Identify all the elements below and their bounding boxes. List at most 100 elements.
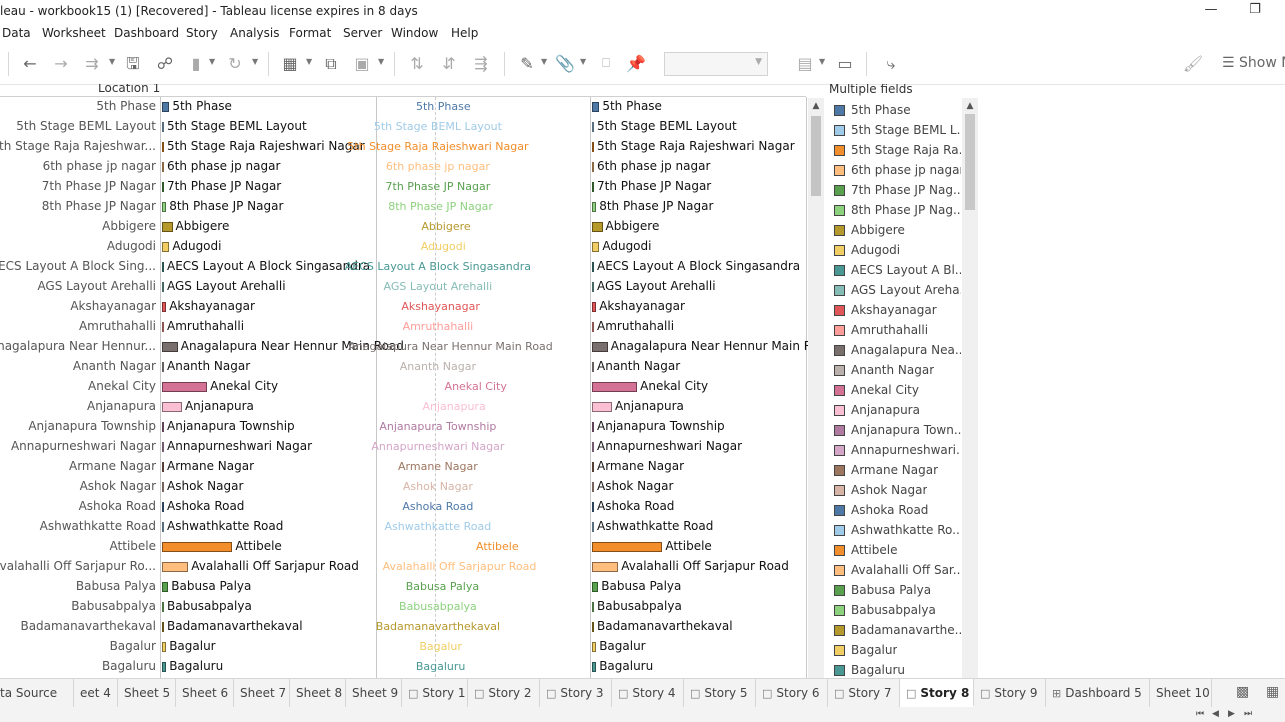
bar-mark[interactable]	[162, 522, 164, 532]
bar-mark[interactable]	[162, 342, 178, 352]
row-label[interactable]: Akshayanagar	[70, 299, 156, 313]
text-mark[interactable]: 5th Stage BEML Layout	[374, 120, 502, 133]
last-sheet-icon[interactable]: ⏭	[1244, 709, 1252, 719]
bar-mark[interactable]	[592, 602, 594, 612]
bar-mark[interactable]	[162, 122, 164, 132]
bar-mark[interactable]	[592, 102, 600, 112]
bar-mark[interactable]	[592, 662, 597, 672]
chevron-down-icon[interactable]: ▼	[378, 57, 384, 66]
bar-mark[interactable]	[592, 422, 594, 432]
row-label[interactable]: Attibele	[110, 539, 156, 553]
legend-item[interactable]: 5th Stage BEML L...	[834, 123, 964, 140]
row-label[interactable]: Adugodi	[107, 239, 156, 253]
text-mark[interactable]: Armane Nagar	[398, 460, 478, 473]
bar-mark[interactable]	[162, 582, 169, 592]
bar-mark[interactable]	[592, 362, 594, 372]
row-label[interactable]: 8th Phase JP Nagar	[42, 199, 156, 213]
row-label[interactable]: Anekal City	[88, 379, 156, 393]
bar-mark[interactable]	[162, 262, 164, 272]
bar-mark[interactable]	[162, 482, 164, 492]
new-datasource-icon[interactable]: ☍	[154, 53, 176, 75]
duplicate-sheet-icon[interactable]: ⧉	[320, 53, 342, 75]
bar-mark[interactable]	[592, 262, 594, 272]
show-cards-icon[interactable]: ▤	[794, 53, 816, 75]
bar-mark[interactable]	[592, 382, 638, 392]
save-icon[interactable]: 🖫	[122, 53, 144, 75]
bar-mark[interactable]	[162, 282, 164, 292]
row-label[interactable]: Babusa Palya	[76, 579, 156, 593]
text-mark[interactable]: AECS Layout A Block Singasandra	[345, 260, 531, 273]
chevron-down-icon[interactable]: ▼	[109, 57, 115, 66]
sheet-tab[interactable]: Sheet 7	[234, 679, 290, 707]
legend-item[interactable]: 8th Phase JP Nag...	[834, 203, 964, 220]
bar-mark[interactable]	[592, 322, 594, 332]
bar-mark[interactable]	[592, 242, 600, 252]
legend-item[interactable]: Bagalur	[834, 643, 964, 660]
labels-icon[interactable]: ⎕	[595, 53, 617, 75]
bar-mark[interactable]	[592, 342, 608, 352]
row-label[interactable]: AECS Layout A Block Sing...	[0, 259, 156, 273]
first-sheet-icon[interactable]: ⏮	[1196, 709, 1204, 719]
text-mark[interactable]: 5th Stage Raja Rajeshwari Nagar	[347, 140, 528, 153]
row-label[interactable]: 7th Phase JP Nagar	[42, 179, 156, 193]
next-sheet-icon[interactable]: ▶	[1228, 709, 1235, 719]
menu-worksheet[interactable]: Worksheet	[42, 26, 106, 40]
legend-item[interactable]: Badamanavarthe...	[834, 623, 964, 640]
sheet-tab[interactable]: □ Story 1	[402, 679, 468, 707]
swap-icon[interactable]: ⇅	[406, 53, 428, 75]
legend-item[interactable]: Amruthahalli	[834, 323, 964, 340]
row-label[interactable]: 5th Stage BEML Layout	[16, 119, 156, 133]
prev-sheet-icon[interactable]: ◀	[1212, 709, 1219, 719]
row-label[interactable]: Anjanapura Township	[28, 419, 156, 433]
text-mark[interactable]: Ashwathkatte Road	[385, 520, 492, 533]
bar-mark[interactable]	[592, 502, 594, 512]
legend-item[interactable]: AGS Layout Areha...	[834, 283, 964, 300]
row-label[interactable]: Amruthahalli	[79, 319, 156, 333]
legend-item[interactable]: Attibele	[834, 543, 964, 560]
legend-title[interactable]: Multiple fields	[829, 84, 913, 96]
legend-item[interactable]: Adugodi	[834, 243, 964, 260]
legend-item[interactable]: 5th Phase	[834, 103, 964, 120]
group-icon[interactable]: 📎	[554, 53, 576, 75]
text-mark[interactable]: Ashok Nagar	[403, 480, 473, 493]
text-mark[interactable]: Adugodi	[421, 240, 466, 253]
row-header-location[interactable]: Location 1	[98, 84, 160, 95]
row-label[interactable]: AGS Layout Arehalli	[37, 279, 156, 293]
format-brush-icon[interactable]: 🖌	[1182, 53, 1204, 75]
sheet-tab[interactable]: □ Story 9	[974, 679, 1046, 707]
bar-mark[interactable]	[162, 382, 208, 392]
row-label[interactable]: Ashok Nagar	[80, 479, 156, 493]
restore-icon[interactable]: ❐	[1240, 2, 1270, 17]
menu-dashboard[interactable]: Dashboard	[114, 26, 179, 40]
legend-item[interactable]: Annapurneshwari...	[834, 443, 964, 460]
menu-window[interactable]: Window	[391, 26, 438, 40]
text-mark[interactable]: Anjanapura Township	[379, 420, 496, 433]
presentation-icon[interactable]: ▭	[834, 53, 856, 75]
sheet-tab[interactable]: Sheet 6	[176, 679, 234, 707]
pin-icon[interactable]: 📌	[625, 53, 647, 75]
sheet-tab[interactable]: □ Story 3	[540, 679, 612, 707]
menu-analysis[interactable]: Analysis	[230, 26, 279, 40]
legend-item[interactable]: Avalahalli Off Sar...	[834, 563, 964, 580]
text-mark[interactable]: Babusa Palya	[406, 580, 479, 593]
clear-sheet-icon[interactable]: ▣	[351, 53, 373, 75]
sheet-tab[interactable]: ta Source	[0, 679, 74, 707]
text-mark[interactable]: 5th Phase	[416, 100, 471, 113]
row-label[interactable]: Badamanavarthekaval	[20, 619, 156, 633]
bar-mark[interactable]	[162, 222, 173, 232]
bar-mark[interactable]	[162, 302, 167, 312]
sort-ascending-icon[interactable]: ⇵	[438, 53, 460, 75]
share-icon[interactable]: ⤷	[880, 53, 902, 75]
legend-item[interactable]: Babusa Palya	[834, 583, 964, 600]
bar-mark[interactable]	[162, 182, 164, 192]
row-label[interactable]: Anjanapura	[87, 399, 156, 413]
sort-descending-icon[interactable]: ⇶	[470, 53, 492, 75]
text-mark[interactable]: Attibele	[476, 540, 519, 553]
minimize-icon[interactable]: —	[1196, 2, 1226, 17]
bar-mark[interactable]	[592, 302, 597, 312]
scroll-up-icon[interactable]: ▲	[962, 101, 978, 111]
row-label[interactable]: Bagaluru	[102, 659, 156, 673]
row-label[interactable]: Avalahalli Off Sarjapur Ro...	[0, 559, 156, 573]
text-mark[interactable]: Bagalur	[419, 640, 462, 653]
menu-format[interactable]: Format	[289, 26, 331, 40]
